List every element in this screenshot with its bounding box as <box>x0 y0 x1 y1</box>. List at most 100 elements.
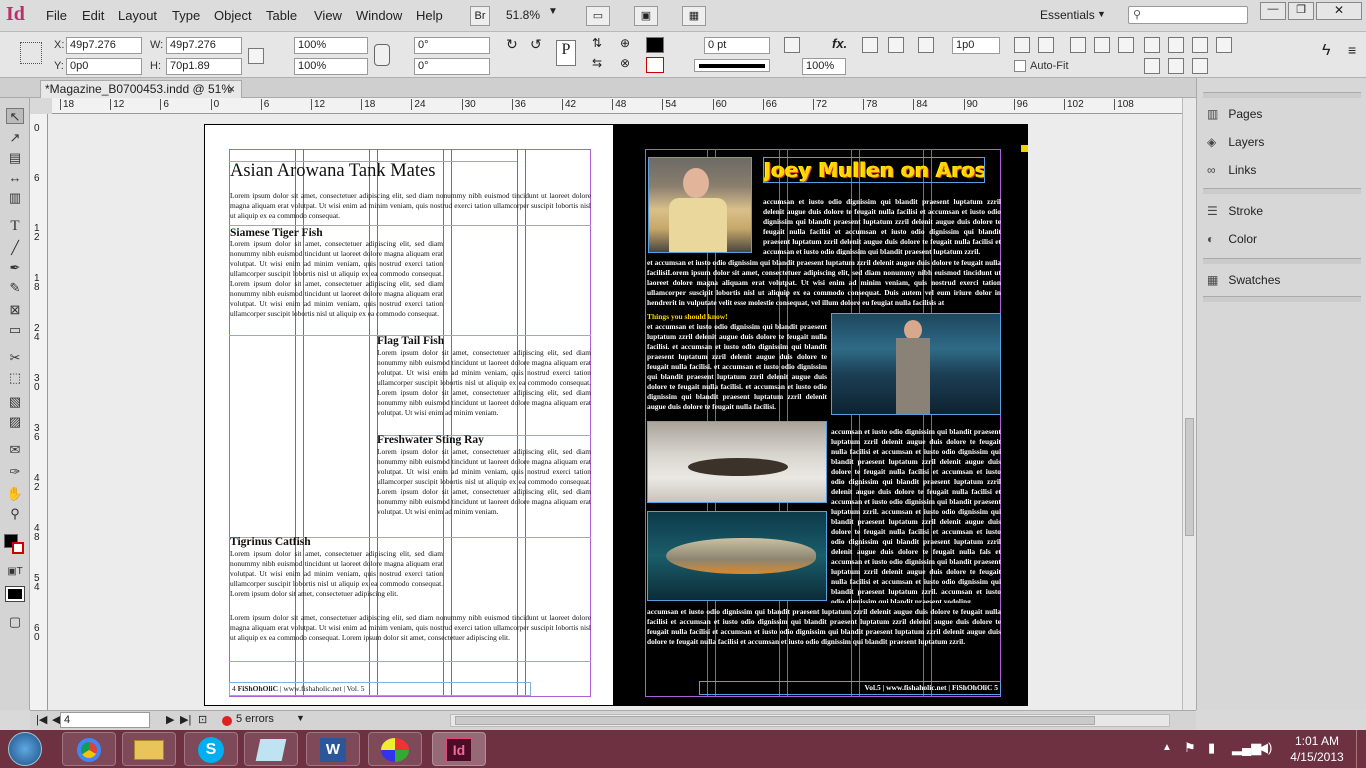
select-content-icon[interactable]: ⊗ <box>620 56 630 70</box>
reference-point-icon[interactable] <box>20 42 42 64</box>
preflight-errors[interactable]: 5 errors <box>236 713 274 725</box>
layers-panel-button[interactable]: ◈ Layers <box>1207 130 1357 154</box>
text-frame-icon[interactable]: P <box>556 40 576 66</box>
outro-paragraph[interactable]: Lorem ipsum dolor sit amet, consectetuer… <box>230 613 591 653</box>
auto-fit-checkbox[interactable] <box>1014 60 1026 72</box>
zoom-level[interactable]: 51.8% <box>506 8 540 22</box>
volume-icon[interactable]: ◀) <box>1258 740 1272 756</box>
portrait-photo[interactable] <box>648 157 752 253</box>
gap-field[interactable]: 1p0 <box>952 37 1000 54</box>
rectangle-frame-tool-icon[interactable]: ⊠ <box>6 302 24 318</box>
align-bottom-icon[interactable] <box>1192 58 1208 74</box>
hand-tool-icon[interactable]: ✋ <box>6 486 24 502</box>
start-button[interactable] <box>8 732 42 766</box>
eyedropper-tool-icon[interactable]: ✑ <box>6 464 24 480</box>
section-heading-sting-ray[interactable]: Freshwater Sting Ray <box>377 434 484 446</box>
panel-menu-icon[interactable]: ≡ <box>1348 42 1356 58</box>
workspace-dropdown-icon[interactable]: ▼ <box>1097 9 1106 19</box>
w-field[interactable]: 49p7.276 <box>166 37 242 54</box>
direct-selection-tool-icon[interactable]: ↗ <box>6 130 24 146</box>
section-body-tigrinus[interactable]: Lorem ipsum dolor sit amet, consectetuer… <box>230 549 443 611</box>
apply-color-icon[interactable] <box>5 586 25 602</box>
flip-horizontal-icon[interactable]: ⇅ <box>592 36 602 50</box>
selection-tool-icon[interactable]: ↖ <box>6 108 24 124</box>
action-center-icon[interactable]: ⚑ <box>1184 740 1196 756</box>
align-right-icon[interactable] <box>1192 37 1208 53</box>
chrome-taskbar-icon[interactable] <box>62 732 116 766</box>
rotation-angle-field[interactable]: 0° <box>414 37 490 54</box>
page-number-field[interactable]: 4 <box>60 712 150 728</box>
opacity-field[interactable]: 100% <box>802 58 846 75</box>
align-top-icon[interactable] <box>1144 58 1160 74</box>
gap-tool-icon[interactable]: ↔ <box>6 170 24 186</box>
menu-file[interactable]: File <box>46 8 67 23</box>
gradient-feather-tool-icon[interactable]: ▨ <box>6 414 24 430</box>
wide-paragraph[interactable]: et accumsan et iusto odio dignissim qui … <box>647 258 1001 310</box>
view-options-icon[interactable]: ▭ <box>586 6 610 26</box>
links-panel-button[interactable]: ∞ Links <box>1207 158 1357 182</box>
zoom-dropdown-icon[interactable]: ▼ <box>548 6 558 17</box>
fit-frame-content-icon[interactable] <box>1038 37 1054 53</box>
scale-x-field[interactable]: 100% <box>294 37 368 54</box>
menu-object[interactable]: Object <box>214 8 252 23</box>
menu-type[interactable]: Type <box>172 8 200 23</box>
show-hidden-icons[interactable]: ▲ <box>1162 742 1172 753</box>
menu-view[interactable]: View <box>314 8 342 23</box>
horizontal-scrollbar[interactable] <box>450 714 1170 727</box>
gradient-swatch-tool-icon[interactable]: ▧ <box>6 394 24 410</box>
menu-window[interactable]: Window <box>356 8 402 23</box>
section-heading-siamese[interactable]: Siamese Tiger Fish <box>230 227 323 239</box>
section-body-siamese[interactable]: Lorem ipsum dolor sit amet, consectetuer… <box>230 239 443 331</box>
formatting-container-icon[interactable]: ▣T <box>6 564 24 580</box>
section-heading-flag-tail[interactable]: Flag Tail Fish <box>377 335 444 347</box>
fill-swatch[interactable] <box>646 37 664 53</box>
stroke-panel-button[interactable]: ☰ Stroke <box>1207 199 1357 223</box>
shear-angle-field[interactable]: 0° <box>414 58 490 75</box>
clock-date[interactable]: 4/15/2013 <box>1284 750 1350 764</box>
center-content-icon[interactable] <box>1094 37 1110 53</box>
intro-paragraph[interactable]: Lorem ipsum dolor sit amet, consectetuer… <box>230 191 591 223</box>
text-wrap-none-icon[interactable] <box>862 37 878 53</box>
document-tab[interactable]: *Magazine_B0700453.indd @ 51% × <box>40 80 242 98</box>
skype-taskbar-icon[interactable]: S <box>184 732 238 766</box>
distribute-icon[interactable] <box>1216 37 1232 53</box>
workspace-switcher[interactable]: Essentials <box>1040 8 1095 22</box>
network-icon[interactable]: ▂▄▆ <box>1232 740 1261 756</box>
rotate-cw-icon[interactable]: ↻ <box>506 36 518 53</box>
sidebar-text[interactable]: et accumsan et iusto odio dignissim qui … <box>647 322 827 412</box>
note-tool-icon[interactable]: ✉ <box>6 442 24 458</box>
swatches-panel-button[interactable]: ▦ Swatches <box>1207 268 1357 292</box>
left-page[interactable]: Asian Arowana Tank Mates Lorem ipsum dol… <box>204 124 614 706</box>
last-page-icon[interactable]: ▶| <box>180 713 191 726</box>
section-body-flag-tail[interactable]: Lorem ipsum dolor sit amet, consectetuer… <box>377 348 591 430</box>
align-center-icon[interactable] <box>1168 37 1184 53</box>
device-icon[interactable]: ▮ <box>1208 740 1215 756</box>
section-heading-tigrinus[interactable]: Tigrinus Catfish <box>230 536 311 548</box>
menu-help[interactable]: Help <box>416 8 443 23</box>
feature-title[interactable]: Joey Mullen on Aros <box>763 157 985 183</box>
fit-proportional-icon[interactable] <box>1118 37 1134 53</box>
aquarium-photo[interactable] <box>831 313 1001 415</box>
scissors-tool-icon[interactable]: ✂ <box>6 350 24 366</box>
fit-content-frame-icon[interactable] <box>1014 37 1030 53</box>
fill-frame-icon[interactable] <box>1070 37 1086 53</box>
close-window-button[interactable]: ✕ <box>1316 2 1362 20</box>
drop-shadow-icon[interactable] <box>784 37 800 53</box>
y-field[interactable]: 0p0 <box>66 58 142 75</box>
bottom-paragraph[interactable]: accumsan et iusto odio dignissim qui bla… <box>647 607 1001 649</box>
article-title[interactable]: Asian Arowana Tank Mates <box>230 161 435 182</box>
free-transform-tool-icon[interactable]: ⬚ <box>6 370 24 386</box>
clock-time[interactable]: 1:01 AM <box>1292 734 1342 748</box>
explorer-taskbar-icon[interactable] <box>122 732 176 766</box>
h-field[interactable]: 70p1.89 <box>166 58 242 75</box>
lightning-icon[interactable]: ϟ <box>1322 42 1330 60</box>
zoom-tool-icon[interactable]: ⚲ <box>6 506 24 522</box>
stroke-color-icon[interactable] <box>12 542 24 554</box>
vertical-scrollbar[interactable] <box>1182 98 1196 710</box>
section-body-sting-ray[interactable]: Lorem ipsum dolor sit amet, consectetuer… <box>377 447 591 529</box>
search-input[interactable]: ⚲ <box>1128 6 1248 24</box>
intro-column-text[interactable]: accumsan et iusto odio dignissim qui bla… <box>763 197 1001 255</box>
right-footer[interactable]: Vol.5 | www.fishaholic.net | FiShOhOliC … <box>699 681 1001 695</box>
close-tab-icon[interactable]: × <box>228 81 235 97</box>
link-scale-icon[interactable] <box>374 44 390 66</box>
